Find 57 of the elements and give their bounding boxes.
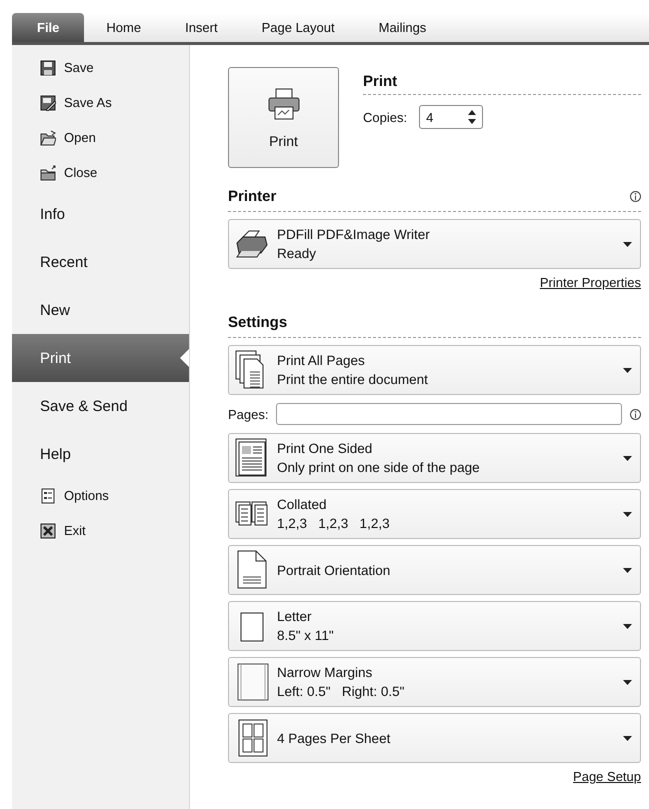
setting-dropdown[interactable]: Collated 1,2,3 1,2,3 1,2,3: [228, 489, 641, 539]
setting-dropdown[interactable]: PDFill PDF&Image Writer Ready: [228, 219, 641, 269]
dropdown-caret-icon: [623, 456, 632, 460]
ribbon-tab[interactable]: Mailings: [356, 13, 448, 42]
setting-dropdown[interactable]: Narrow Margins Left: 0.5" Right: 0.5": [228, 657, 641, 707]
printer-icon: [235, 229, 269, 259]
spin-arrows-icon: [468, 110, 476, 124]
printer-properties-link[interactable]: Printer Properties: [540, 275, 641, 290]
info-icon: [630, 408, 641, 420]
menu-item[interactable]: Options: [12, 478, 189, 513]
info-icon: [630, 191, 641, 202]
menu-item[interactable]: Save & Send: [12, 382, 189, 430]
page-setup-link[interactable]: Page Setup: [573, 769, 641, 784]
dropdown-caret-icon: [623, 624, 632, 628]
menu-item[interactable]: Exit: [12, 513, 189, 548]
dropdown-caret-icon: [623, 568, 632, 572]
printer-icon: [266, 86, 300, 120]
dropdown-caret-icon: [623, 736, 632, 740]
ribbon-tab[interactable]: Page Layout: [240, 13, 357, 42]
setting-dropdown[interactable]: Portrait Orientation: [228, 545, 641, 595]
ribbon-tab[interactable]: Insert: [163, 13, 240, 42]
copies-label: Copies:: [363, 110, 408, 124]
menu-item[interactable]: Save: [12, 50, 189, 85]
margins-icon: [235, 662, 269, 702]
pages-field[interactable]: [276, 403, 622, 425]
portrait-page-icon: [235, 550, 269, 590]
folder-icon: [40, 130, 56, 146]
setting-dropdown[interactable]: Print One Sided Only print on one side of the page: [228, 433, 641, 483]
section-heading: Printer: [228, 188, 276, 205]
dropdown-caret-icon: [623, 680, 632, 684]
copies-spinner[interactable]: 4: [419, 105, 484, 129]
options-icon: [40, 488, 56, 504]
menu-item[interactable]: Close: [12, 155, 189, 190]
save-icon: [40, 60, 56, 76]
page-icon: [235, 438, 269, 478]
menu-item[interactable]: Save As: [12, 85, 189, 120]
setting-dropdown[interactable]: Letter 8.5" x 11": [228, 601, 641, 651]
setting-dropdown[interactable]: Print All Pages Print the entire document: [228, 345, 641, 395]
exit-icon: [40, 522, 56, 538]
menu-item[interactable]: Open: [12, 120, 189, 155]
save-as-icon: [40, 94, 56, 110]
setting-dropdown[interactable]: 4 Pages Per Sheet: [228, 713, 641, 763]
dropdown-caret-icon: [623, 242, 632, 246]
menu-item[interactable]: Print: [12, 334, 189, 382]
dropdown-caret-icon: [623, 368, 632, 372]
print-button[interactable]: Print: [228, 67, 339, 168]
ribbon-tab[interactable]: Home: [84, 13, 164, 42]
menu-item[interactable]: Info: [12, 190, 189, 238]
folder-icon: [40, 164, 56, 180]
pages-label: Pages:: [228, 406, 268, 422]
menu-item[interactable]: New: [12, 286, 189, 334]
menu-item[interactable]: Recent: [12, 238, 189, 286]
section-heading: Settings: [228, 314, 288, 331]
dropdown-caret-icon: [623, 512, 632, 516]
menu-item[interactable]: Help: [12, 430, 189, 478]
section-heading: Print: [363, 73, 641, 95]
file-tab[interactable]: File: [12, 13, 84, 42]
